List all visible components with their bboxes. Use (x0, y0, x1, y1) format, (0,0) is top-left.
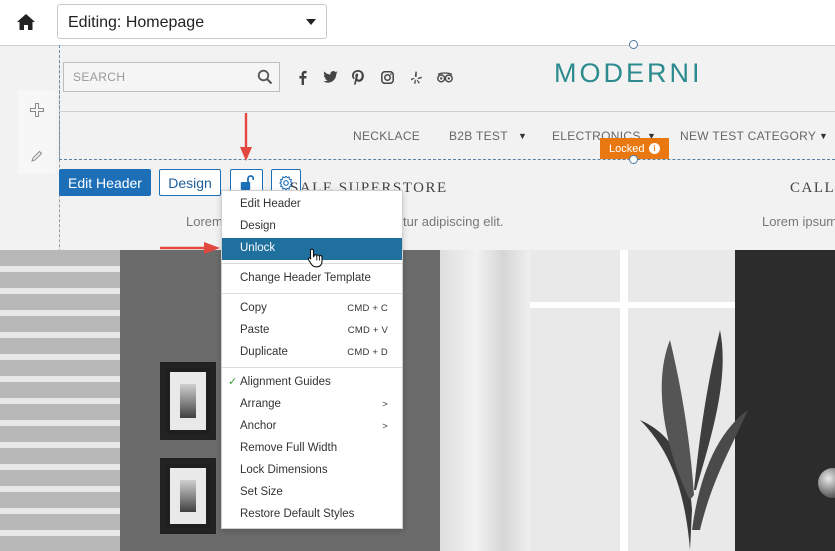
nav-divider (59, 111, 835, 112)
menu-item-alignment-guides[interactable]: ✓ Alignment Guides (222, 372, 402, 394)
page-select-label: Editing: Homepage (68, 14, 205, 31)
home-icon[interactable] (16, 12, 36, 32)
nav-item-b2b-test[interactable]: B2B TEST (449, 129, 508, 143)
menu-separator (222, 293, 402, 294)
menu-separator (222, 367, 402, 368)
search-icon[interactable] (257, 69, 273, 85)
chevron-right-icon: > (382, 399, 388, 410)
locked-badge-label: Locked (609, 142, 645, 155)
twitter-icon[interactable] (321, 69, 339, 85)
menu-item-lock-dimensions[interactable]: Lock Dimensions (222, 460, 402, 482)
menu-item-copy[interactable]: Copy CMD + C (222, 298, 402, 320)
call-title: CALL (790, 180, 835, 196)
menu-item-edit-header[interactable]: Edit Header (222, 194, 402, 216)
info-icon[interactable]: i (649, 143, 660, 154)
menu-item-label: Paste (240, 324, 270, 336)
plant-icon (640, 330, 748, 550)
menu-item-label: Edit Header (240, 198, 301, 210)
menu-item-label: Arrange (240, 398, 281, 410)
add-element-button[interactable] (18, 92, 56, 128)
search-box[interactable] (63, 62, 280, 92)
tripadvisor-icon[interactable] (436, 69, 454, 85)
unlock-icon (240, 174, 254, 190)
menu-item-remove-full-width[interactable]: Remove Full Width (222, 438, 402, 460)
lorem-text-right: Lorem ipsum (762, 214, 835, 229)
nav-item-necklace[interactable]: NECKLACE (353, 129, 420, 143)
pinterest-icon[interactable] (350, 69, 366, 85)
menu-item-restore-default-styles[interactable]: Restore Default Styles (222, 504, 402, 526)
resize-handle-bottom[interactable] (629, 155, 638, 164)
hero-blinds (0, 250, 130, 551)
page-select[interactable]: Editing: Homepage (57, 4, 327, 39)
menu-item-label: Design (240, 220, 276, 232)
menu-item-shortcut: CMD + V (347, 325, 388, 336)
lorem-text-left: Lorem (186, 214, 223, 229)
menu-item-paste[interactable]: Paste CMD + V (222, 320, 402, 342)
edit-header-button[interactable]: Edit Header (59, 169, 151, 196)
plus-icon (30, 103, 44, 117)
pencil-icon (31, 150, 43, 162)
context-menu: Edit Header Design Unlock Change Header … (221, 190, 403, 529)
nav-item-new-test-category[interactable]: NEW TEST CATEGORY (680, 129, 816, 143)
menu-item-arrange[interactable]: Arrange > (222, 394, 402, 416)
chevron-right-icon: > (382, 421, 388, 432)
lorem-text-mid: tur adipiscing elit. (403, 214, 504, 229)
menu-item-design[interactable]: Design (222, 216, 402, 238)
edit-element-button[interactable] (18, 138, 56, 174)
menu-item-change-header-template[interactable]: Change Header Template (222, 268, 402, 290)
chevron-down-icon: ▼ (819, 131, 828, 141)
facebook-icon[interactable] (295, 69, 309, 85)
search-input[interactable] (64, 63, 249, 91)
site-logo[interactable]: MODERNI (554, 58, 703, 89)
menu-item-label: Alignment Guides (240, 376, 331, 388)
chevron-down-icon: ▼ (518, 131, 527, 141)
design-button[interactable]: Design (159, 169, 221, 196)
arrow-right-icon (160, 242, 220, 254)
menu-item-set-size[interactable]: Set Size (222, 482, 402, 504)
hero-image (0, 250, 835, 551)
menu-item-shortcut: CMD + D (347, 347, 388, 358)
hand-cursor-icon (307, 248, 323, 268)
yelp-icon[interactable] (409, 69, 423, 85)
instagram-icon[interactable] (379, 69, 395, 85)
menu-item-label: Set Size (240, 486, 283, 498)
menu-item-label: Remove Full Width (240, 442, 338, 454)
left-tools (18, 90, 56, 174)
menu-item-shortcut: CMD + C (347, 303, 388, 314)
menu-item-label: Anchor (240, 420, 277, 432)
editor-topbar: Editing: Homepage (0, 0, 835, 45)
hero-curtain (440, 250, 530, 551)
menu-item-label: Copy (240, 302, 267, 314)
menu-item-label: Duplicate (240, 346, 288, 358)
menu-item-label: Restore Default Styles (240, 508, 355, 520)
hero-dark-wall (735, 250, 835, 551)
arrow-down-icon (240, 113, 252, 161)
hero-frame-bottom (160, 458, 216, 534)
resize-handle-top[interactable] (629, 40, 638, 49)
menu-item-anchor[interactable]: Anchor > (222, 416, 402, 438)
checkmark-icon: ✓ (228, 376, 238, 388)
menu-item-label: Unlock (240, 242, 276, 254)
hero-frame-top (160, 362, 216, 440)
menu-item-label: Lock Dimensions (240, 464, 328, 476)
chevron-down-icon (306, 19, 316, 25)
menu-item-duplicate[interactable]: Duplicate CMD + D (222, 342, 402, 364)
menu-item-label: Change Header Template (240, 272, 371, 284)
